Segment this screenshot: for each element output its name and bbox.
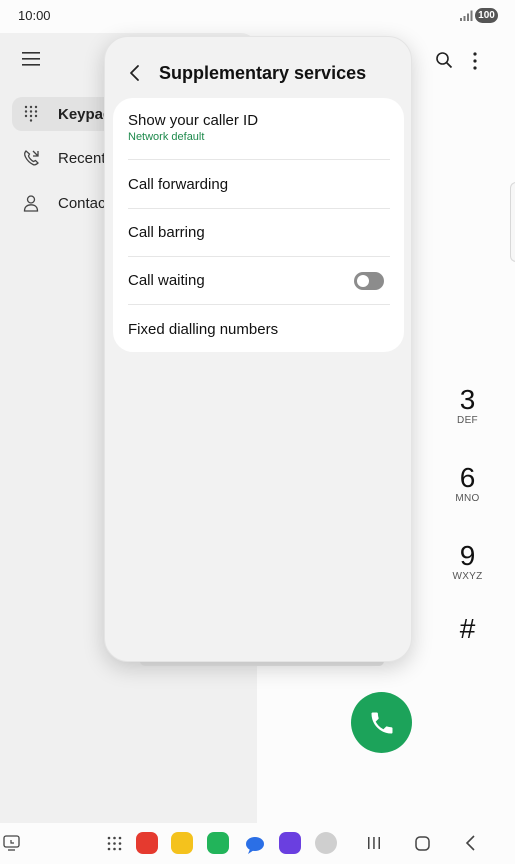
caller-id-row[interactable]: Show your caller ID Network default [113,112,404,143]
row-title: Call barring [128,224,205,241]
battery-indicator: 100 [475,8,498,23]
dial-key-6[interactable]: 6 MNO [440,462,495,505]
messages-app-icon[interactable] [244,835,266,855]
divider [128,304,390,305]
row-title: Fixed dialling numbers [128,321,279,338]
sidebar-item-recents[interactable]: Recents [12,141,113,175]
call-button[interactable] [351,692,412,753]
taskbar [0,823,515,864]
back-nav-icon[interactable] [464,835,476,851]
dial-key-digit: 6 [459,462,476,493]
row-title: Show your caller ID [128,112,259,129]
dial-key-letters: WXYZ [452,571,483,582]
row-title: Call forwarding [128,176,229,193]
camera-app-icon[interactable] [315,832,337,854]
dial-key-letters: DEF [457,415,478,426]
dial-key-hash[interactable]: # [440,614,495,644]
internet-app-icon[interactable] [279,832,301,854]
status-time: 10:00 [18,8,51,23]
call-waiting-toggle[interactable] [354,272,384,290]
fixed-dialling-row[interactable]: Fixed dialling numbers [113,321,404,338]
dial-key-9[interactable]: 9 WXYZ [440,540,495,583]
sidebar-item-contacts[interactable]: Contacts [12,186,117,220]
more-options-icon[interactable] [470,51,480,71]
edge-panel-handle[interactable] [510,182,515,262]
row-subtitle: Network default [128,131,205,143]
recents-icon [24,150,39,166]
my-files-app-icon[interactable] [171,832,193,854]
settings-card: Show your caller ID Network default Call… [113,98,404,352]
page-title: Supplementary services [159,62,367,83]
notes-app-icon[interactable] [136,832,158,854]
dial-key-letters: MNO [455,493,480,504]
phone-app-icon[interactable] [207,832,229,854]
status-bar: 10:00 100 [0,0,515,32]
call-waiting-row[interactable]: Call waiting [113,262,404,300]
contacts-icon [23,195,39,212]
home-nav-icon[interactable] [415,836,430,851]
signal-icon [460,10,473,21]
phone-icon [371,712,392,733]
back-icon[interactable] [125,63,145,83]
dial-key-3[interactable]: 3 DEF [440,384,495,427]
dial-key-digit: 3 [459,384,476,415]
recent-apps-edge-icon[interactable] [3,835,21,851]
divider [128,256,390,257]
divider [128,159,390,160]
divider [128,208,390,209]
call-forwarding-row[interactable]: Call forwarding [113,176,404,193]
toggle-knob [357,275,369,287]
keypad-icon [24,105,38,122]
menu-icon[interactable] [22,52,40,66]
popup-header: Supplementary services [105,55,411,91]
dial-key-digit: 9 [459,540,476,571]
dial-key-digit: # [459,613,476,644]
call-barring-row[interactable]: Call barring [113,224,404,241]
supplementary-services-popup: Supplementary services Show your caller … [104,36,412,662]
search-icon[interactable] [435,51,453,69]
recents-nav-icon[interactable] [366,836,382,850]
app-drawer-icon[interactable] [107,836,122,851]
